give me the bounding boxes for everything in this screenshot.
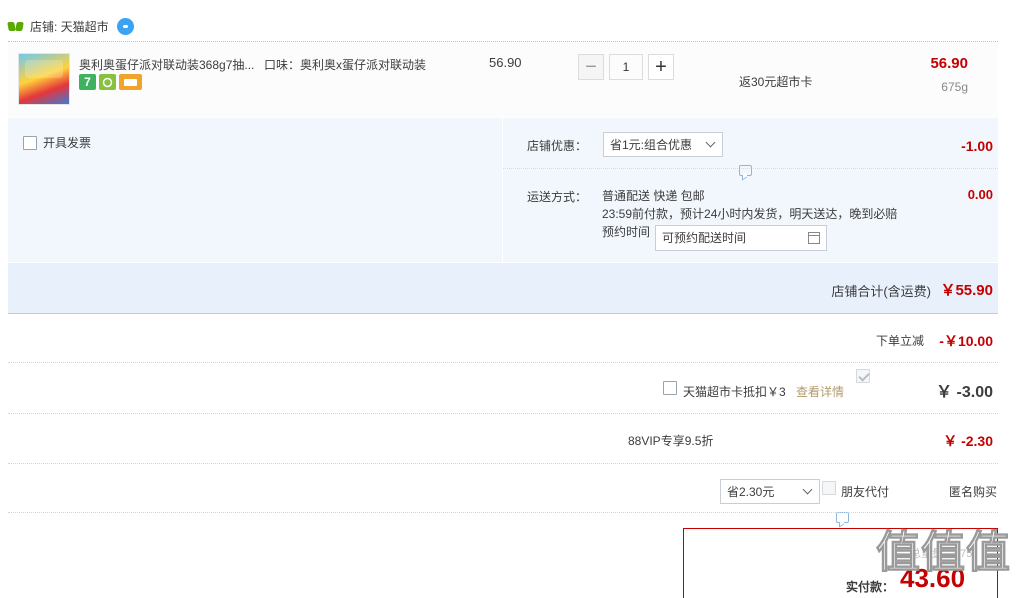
shop-total-label: 店铺合计(含运费) [831, 284, 931, 299]
shop-discount-select[interactable]: 省1元:组合优惠 [603, 132, 723, 157]
message-icon[interactable] [836, 512, 849, 523]
friend-pay-checkbox[interactable] [822, 481, 836, 495]
message-icon[interactable] [739, 165, 752, 176]
service-badges: 7 [79, 74, 142, 90]
supermarket-card-checkbox[interactable] [663, 381, 677, 395]
vip-discount-amount: ￥ -2.30 [943, 433, 993, 449]
product-sku-flavor: 口味：奥利奥x蛋仔派对联动装 [264, 58, 427, 72]
shipping-amount: 0.00 [967, 187, 993, 202]
quantity-input[interactable]: 1 [609, 54, 643, 80]
cart-item-row: 奥利奥蛋仔派对联动装368g7抽... 口味：奥利奥x蛋仔派对联动装 7 56.… [8, 41, 998, 117]
quantity-increase-button[interactable]: + [648, 54, 674, 80]
shop-discount-label: 店铺优惠： [527, 139, 588, 153]
calendar-icon[interactable] [808, 232, 820, 244]
unit-price: 56.90 [489, 55, 522, 70]
shipping-description: 23:59前付款，预计24小时内发货，明天送达，晚到必赔 [602, 207, 898, 221]
shop-discount-select-value: 省1元:组合优惠 [610, 138, 693, 152]
product-thumbnail[interactable] [18, 53, 70, 105]
vip-discount-select[interactable]: 省2.30元 [720, 479, 820, 504]
invoice-option[interactable]: 开具发票 [23, 134, 91, 151]
supermarket-card-icon[interactable] [119, 74, 142, 90]
view-details-link[interactable]: 查看详情 [796, 383, 844, 400]
shipping-method: 普通配送 快递 包邮 [602, 189, 705, 203]
divider [8, 413, 998, 414]
vip-discount-select-value: 省2.30元 [727, 485, 775, 499]
invoice-label: 开具发票 [43, 136, 92, 150]
item-weight: 675g [941, 80, 968, 94]
quantity-decrease-button[interactable]: − [578, 54, 604, 80]
instant-discount-label: 下单立减 [876, 334, 925, 348]
appointment-time-input[interactable]: 可预约配送时间 [655, 225, 827, 251]
divider [8, 362, 998, 363]
quantity-stepper: − 1 + [578, 54, 674, 80]
tmall-logo-icon [7, 19, 24, 33]
shop-header: 店铺: 天猫超市 [7, 14, 998, 38]
instant-discount-checkbox[interactable] [856, 369, 870, 383]
shop-discount-amount: -1.00 [961, 138, 993, 154]
invoice-checkbox[interactable] [23, 135, 37, 150]
watermark: 值值值 [876, 528, 1011, 578]
shop-name[interactable]: 店铺: 天猫超市 [30, 18, 109, 35]
supermarket-card-amount: ￥ -3.00 [936, 384, 993, 401]
instant-discount-amount: -￥10.00 [939, 333, 993, 349]
rebate-text: 返30元超市卡 [739, 75, 813, 89]
appointment-placeholder: 可预约配送时间 [662, 231, 747, 245]
chevron-down-icon [802, 484, 813, 495]
anonymous-purchase-label: 匿名购买 [949, 485, 998, 499]
shipping-label: 运送方式： [527, 190, 588, 204]
divider [8, 512, 998, 513]
supermarket-card-label: 天猫超市卡抵扣￥3 [683, 385, 786, 399]
chat-wangwang-icon[interactable] [116, 17, 134, 35]
seven-day-return-icon[interactable]: 7 [79, 74, 96, 90]
shop-total-amount: ￥55.90 [940, 282, 993, 299]
vip-discount-label: 88VIP专享9.5折 [628, 434, 714, 448]
divider [8, 463, 998, 464]
pay-label: 实付款： [846, 580, 895, 594]
chevron-down-icon [705, 137, 716, 148]
item-subtotal: 56.90 [930, 55, 968, 72]
product-title-link[interactable]: 奥利奥蛋仔派对联动装368g7抽... [79, 56, 254, 73]
guarantee-icon[interactable] [99, 74, 116, 90]
friend-pay-label: 朋友代付 [841, 485, 890, 499]
